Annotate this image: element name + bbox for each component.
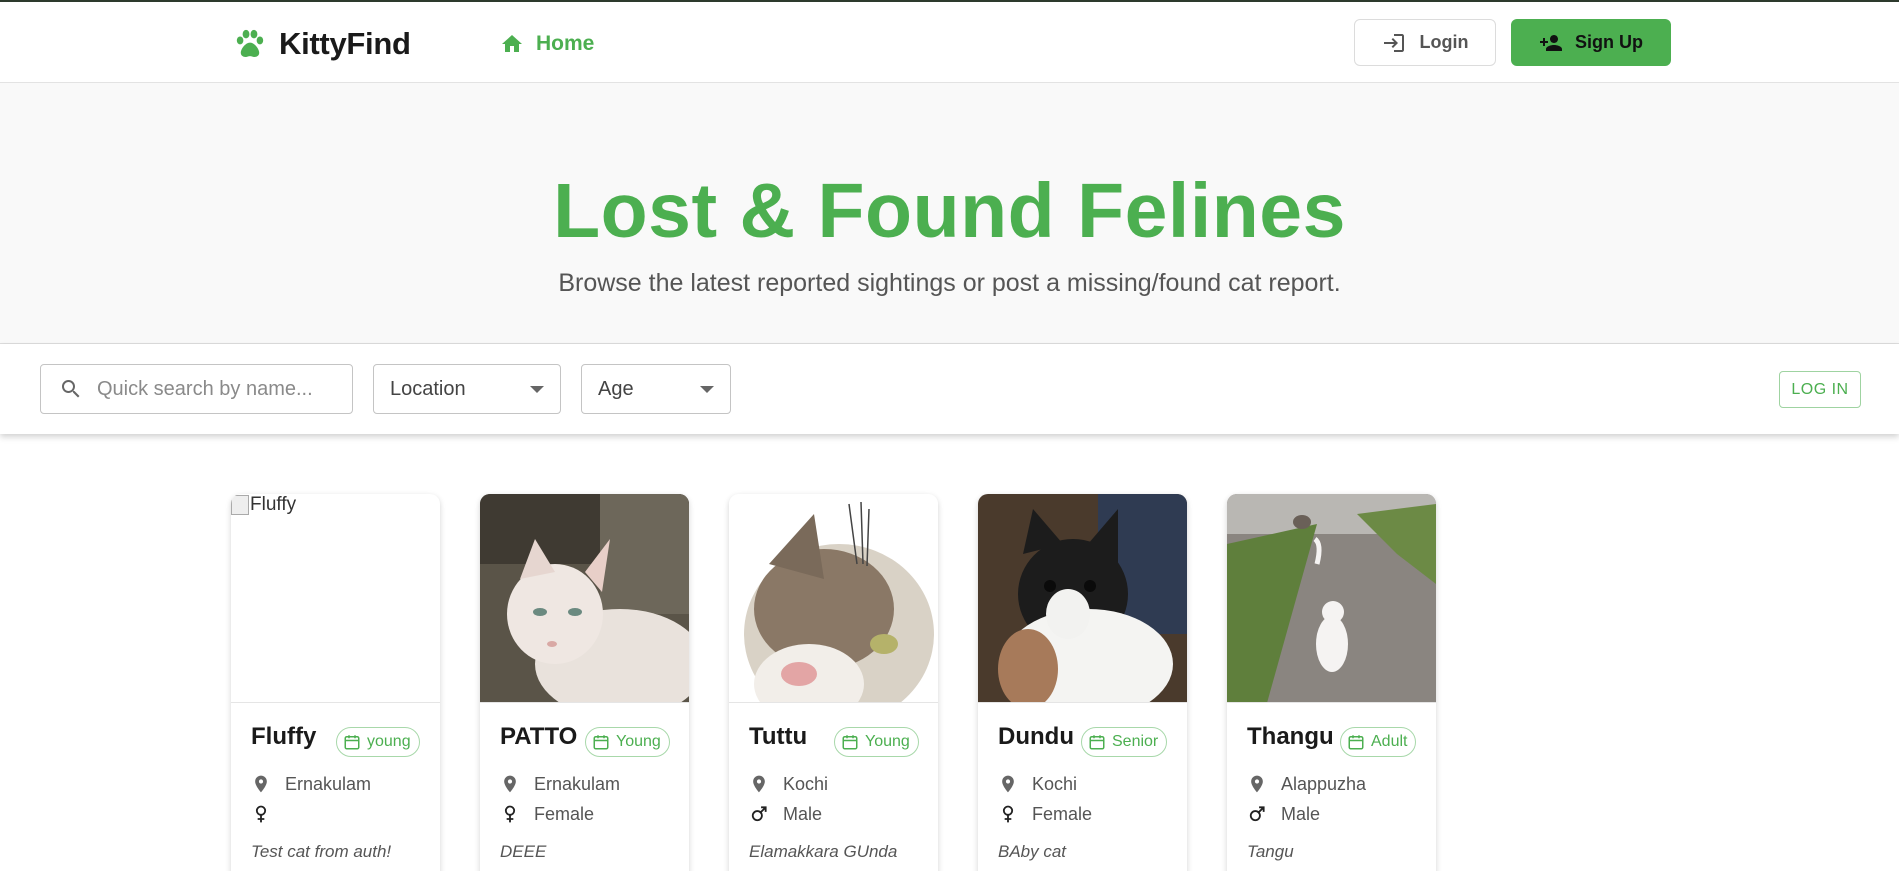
login-button-label: Login xyxy=(1419,32,1469,52)
calendar-icon xyxy=(842,735,858,750)
cat-name: Dundu xyxy=(998,723,1074,750)
female-icon xyxy=(255,805,267,823)
calendar-icon xyxy=(1348,735,1364,750)
cat-location: Kochi xyxy=(998,772,1077,796)
search-box[interactable] xyxy=(40,364,353,414)
location-pin-icon xyxy=(1251,775,1263,793)
cat-description: Test cat from auth! xyxy=(251,842,392,861)
cat-location-label: Alappuzha xyxy=(1281,773,1367,794)
cat-gender xyxy=(251,802,285,826)
cat-card[interactable]: Dundu Senior Kochi Female BAby cat xyxy=(978,494,1187,871)
paw-icon xyxy=(236,29,264,58)
female-icon xyxy=(1002,805,1014,823)
cat-location-label: Ernakulam xyxy=(285,773,372,794)
broken-image-icon xyxy=(231,495,249,515)
cat-location: Alappuzha xyxy=(1247,772,1366,796)
home-icon xyxy=(502,35,522,52)
caret-down-icon xyxy=(530,386,544,393)
cat-gender: Male xyxy=(749,802,822,826)
location-pin-icon xyxy=(255,775,267,793)
age-badge-label: Young xyxy=(616,733,661,750)
location-select[interactable]: Location xyxy=(373,364,561,414)
age-badge-label: Adult xyxy=(1371,733,1408,750)
brand-name: KittyFind xyxy=(279,26,411,61)
image-alt-text: Fluffy xyxy=(250,494,297,515)
cat-card[interactable]: PATTO Young Ernakulam Female DEEE xyxy=(480,494,689,871)
brand-logo[interactable]: KittyFind xyxy=(233,26,411,62)
cat-photo xyxy=(1227,494,1436,703)
age-badge: Young xyxy=(585,727,670,757)
cat-location-label: Ernakulam xyxy=(534,773,621,794)
calendar-icon xyxy=(344,735,360,750)
age-badge-label: Senior xyxy=(1112,733,1159,750)
cat-photo-dundu xyxy=(978,494,1187,702)
age-badge-label: Young xyxy=(865,733,910,750)
cat-gender-label: Female xyxy=(1032,803,1093,824)
nav-home-link[interactable]: Home xyxy=(500,30,594,58)
cat-location-label: Kochi xyxy=(783,773,829,794)
cat-description: Tangu xyxy=(1247,842,1294,861)
cat-description: Elamakkara GUnda xyxy=(749,842,898,861)
login-icon xyxy=(1383,33,1404,52)
cat-photo xyxy=(480,494,689,703)
cat-photo-tuttu xyxy=(729,494,938,702)
hero-section: Lost & Found Felines Browse the latest r… xyxy=(0,83,1899,344)
cat-card[interactable]: Fluffy Fluffy young Ernakulam Test cat f… xyxy=(231,494,440,871)
cat-location: Ernakulam xyxy=(251,772,371,796)
cat-location-label: Kochi xyxy=(1032,773,1078,794)
age-badge: Young xyxy=(834,727,919,757)
male-icon xyxy=(1249,806,1265,822)
location-pin-icon xyxy=(753,775,765,793)
filter-bar: Location Age LOG IN xyxy=(0,344,1899,434)
top-navbar: KittyFind Home Login Sign Up xyxy=(0,2,1899,83)
cat-name: Tuttu xyxy=(749,723,808,750)
signup-button[interactable]: Sign Up xyxy=(1511,19,1671,66)
cat-gender: Male xyxy=(1247,802,1320,826)
cat-photo-patto xyxy=(480,494,689,702)
age-badge: young xyxy=(336,727,420,757)
cat-card[interactable]: Thangu Adult Alappuzha Male Tangu xyxy=(1227,494,1436,871)
cat-description: DEEE xyxy=(500,842,547,861)
search-icon xyxy=(62,380,80,398)
cat-card[interactable]: Tuttu Young Kochi Male Elamakkara GUnda xyxy=(729,494,938,871)
location-pin-icon xyxy=(504,775,516,793)
age-badge: Adult xyxy=(1340,727,1417,757)
age-select[interactable]: Age xyxy=(581,364,731,414)
cat-gender-label: Male xyxy=(1281,803,1321,824)
calendar-icon xyxy=(1089,735,1105,750)
signup-button-label: Sign Up xyxy=(1575,32,1643,52)
cat-description: BAby cat xyxy=(998,842,1067,861)
cat-photo: Fluffy xyxy=(231,494,440,703)
caret-down-icon xyxy=(700,386,714,393)
cat-photo xyxy=(729,494,938,703)
location-pin-icon xyxy=(1002,775,1014,793)
filter-login-button[interactable]: LOG IN xyxy=(1779,371,1861,408)
age-badge: Senior xyxy=(1081,727,1168,757)
cat-gender-label: Male xyxy=(783,803,823,824)
add-person-icon xyxy=(1540,34,1562,51)
age-badge-label: young xyxy=(367,733,411,750)
cat-photo xyxy=(978,494,1187,703)
cat-gender-label: Female xyxy=(534,803,595,824)
male-icon xyxy=(751,806,767,822)
hero-subtitle: Browse the latest reported sightings or … xyxy=(558,269,1341,297)
calendar-icon xyxy=(593,735,609,750)
nav-home-label: Home xyxy=(536,32,595,55)
cat-location: Kochi xyxy=(749,772,828,796)
cat-gender: Female xyxy=(998,802,1092,826)
cat-name: PATTO xyxy=(500,723,578,750)
female-icon xyxy=(504,805,516,823)
login-button[interactable]: Login xyxy=(1354,19,1496,66)
cat-name: Thangu xyxy=(1247,723,1334,750)
cat-name: Fluffy xyxy=(251,723,317,750)
cat-photo-thangu xyxy=(1227,494,1436,702)
age-select-label: Age xyxy=(598,377,634,400)
search-input[interactable] xyxy=(97,377,327,401)
broken-image-placeholder: Fluffy xyxy=(231,494,296,516)
cat-gender: Female xyxy=(500,802,594,826)
cat-location: Ernakulam xyxy=(500,772,620,796)
location-select-label: Location xyxy=(390,377,466,400)
hero-title: Lost & Found Felines xyxy=(553,168,1346,254)
